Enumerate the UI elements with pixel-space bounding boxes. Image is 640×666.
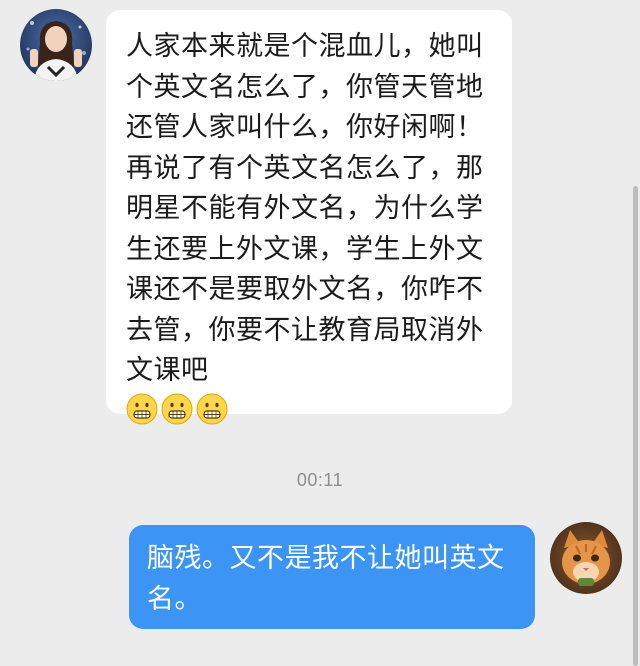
scrollbar[interactable]: [633, 186, 638, 666]
sent-message-bubble[interactable]: 脑残。又不是我不让她叫英文名。: [129, 525, 535, 629]
received-message-text: 人家本来就是个混血儿，她叫个英文名怎么了，你管天管地还管人家叫什么，你好闲啊！再…: [126, 31, 484, 386]
sent-message-text: 脑残。又不是我不让她叫英文名。: [147, 543, 505, 615]
grimace-emoji-icon: [196, 393, 228, 424]
chat-window: 人家本来就是个混血儿，她叫个英文名怎么了，你管天管地还管人家叫什么，你好闲啊！再…: [0, 0, 640, 666]
sender-avatar[interactable]: [20, 9, 92, 81]
my-avatar[interactable]: [550, 522, 622, 594]
received-message-bubble[interactable]: 人家本来就是个混血儿，她叫个英文名怎么了，你管天管地还管人家叫什么，你好闲啊！再…: [106, 10, 512, 424]
message-timestamp: 00:11: [296, 470, 344, 490]
grimace-emoji-icon: [161, 393, 193, 424]
grimace-emoji-icon: [126, 393, 158, 424]
received-message-emojis: [126, 393, 502, 425]
